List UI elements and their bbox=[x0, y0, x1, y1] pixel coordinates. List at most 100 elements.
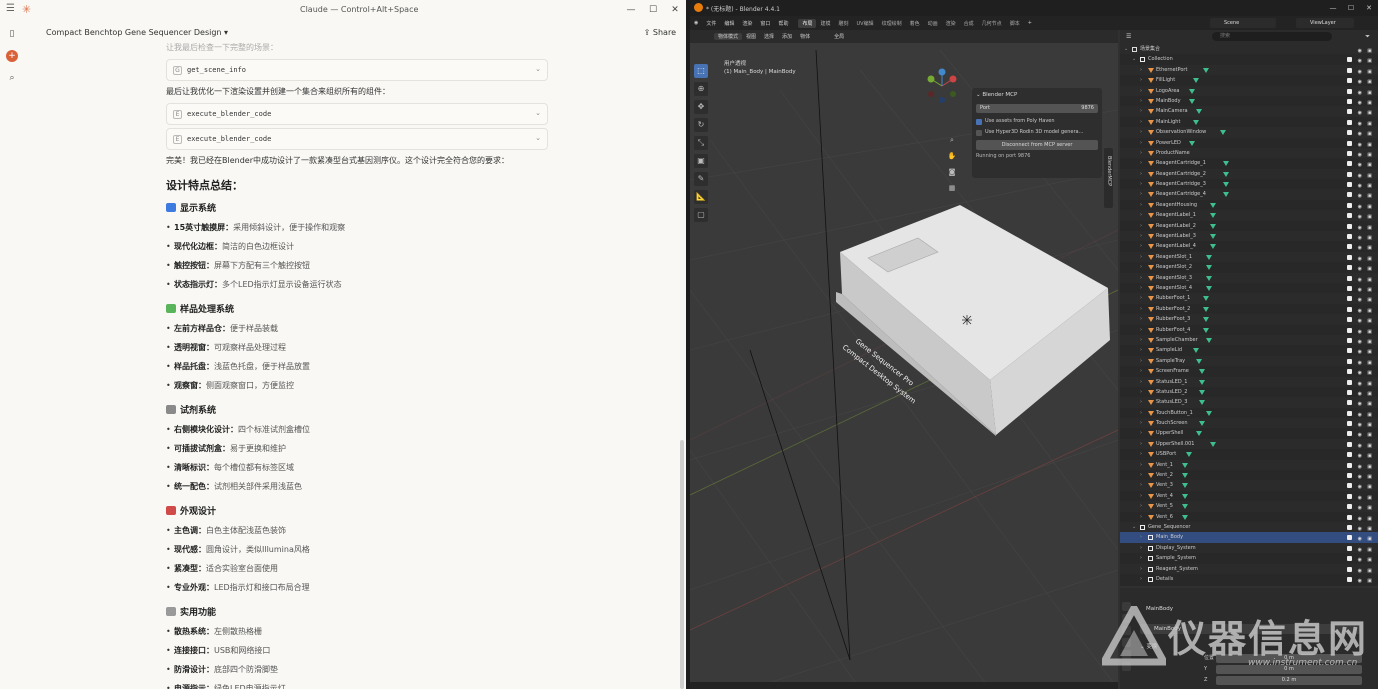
include-checkbox[interactable] bbox=[1347, 358, 1352, 364]
expand-arrow-icon[interactable]: › bbox=[1140, 158, 1142, 168]
expand-arrow-icon[interactable]: › bbox=[1140, 65, 1142, 75]
outliner-row[interactable]: › ReagentCartridge_3 ◉ ▣ bbox=[1120, 179, 1378, 189]
add-workspace-icon[interactable]: + bbox=[1024, 20, 1036, 26]
include-checkbox[interactable] bbox=[1347, 441, 1352, 447]
close-button[interactable]: ✕ bbox=[664, 0, 686, 20]
include-checkbox[interactable] bbox=[1347, 462, 1352, 468]
chevron-down-icon[interactable]: ⌄ bbox=[535, 65, 541, 73]
expand-arrow-icon[interactable]: › bbox=[1140, 241, 1142, 251]
expand-arrow-icon[interactable]: › bbox=[1140, 314, 1142, 324]
outliner-row[interactable]: › ReagentLabel_3 ◉ ▣ bbox=[1120, 231, 1378, 242]
include-checkbox[interactable] bbox=[1347, 78, 1352, 84]
outliner-row[interactable]: ⌄ Collection ◉ ▣ bbox=[1120, 54, 1378, 64]
share-button[interactable]: ⇪ Share bbox=[644, 28, 676, 37]
tool-call-execute-blender-code[interactable]: E execute_blender_code ⌄ bbox=[166, 128, 548, 150]
include-checkbox[interactable] bbox=[1347, 306, 1352, 312]
outliner-row[interactable]: › ScreenFrame ◉ ▣ bbox=[1120, 366, 1378, 376]
include-checkbox[interactable] bbox=[1347, 514, 1352, 520]
outliner-row[interactable]: › SampleLid ◉ ▣ bbox=[1120, 345, 1378, 355]
include-checkbox[interactable] bbox=[1347, 556, 1352, 562]
include-checkbox[interactable] bbox=[1347, 140, 1352, 146]
include-checkbox[interactable] bbox=[1347, 337, 1352, 343]
view-layer-selector[interactable]: ViewLayer bbox=[1296, 18, 1354, 28]
expand-arrow-icon[interactable]: › bbox=[1140, 169, 1142, 179]
include-checkbox[interactable] bbox=[1347, 234, 1352, 240]
include-checkbox[interactable] bbox=[1347, 452, 1352, 458]
port-field[interactable]: Port 9876 bbox=[976, 104, 1098, 113]
rotate-tool-icon[interactable]: ↻ bbox=[694, 118, 708, 132]
outliner-row[interactable]: › RubberFoot_4 ◉ ▣ bbox=[1120, 325, 1378, 335]
expand-arrow-icon[interactable]: ⌄ bbox=[1132, 522, 1136, 532]
outliner-row[interactable]: › Vent_4 ◉ ▣ bbox=[1120, 491, 1378, 501]
outliner-row[interactable]: › ReagentSlot_4 ◉ ▣ bbox=[1120, 283, 1378, 293]
outliner-row[interactable]: › StatusLED_2 ◉ ▣ bbox=[1120, 387, 1378, 397]
visibility-eye-icon[interactable]: ◉ bbox=[1358, 576, 1362, 586]
measure-tool-icon[interactable]: 📐 bbox=[694, 190, 708, 204]
include-checkbox[interactable] bbox=[1347, 119, 1352, 125]
expand-arrow-icon[interactable]: › bbox=[1140, 366, 1142, 376]
outliner-row[interactable]: › RubberFoot_2 ◉ ▣ bbox=[1120, 304, 1378, 314]
chats-icon[interactable]: ⌕ bbox=[6, 72, 18, 84]
outliner-row[interactable]: › SampleChamber ◉ ▣ bbox=[1120, 334, 1378, 346]
expand-arrow-icon[interactable]: ⌄ bbox=[1132, 54, 1136, 64]
include-checkbox[interactable] bbox=[1347, 244, 1352, 250]
outliner-row[interactable]: › ReagentSlot_1 ◉ ▣ bbox=[1120, 251, 1378, 263]
include-checkbox[interactable] bbox=[1347, 317, 1352, 323]
3d-viewport[interactable]: Gene Sequencer Pro Compact Desktop Syste… bbox=[690, 30, 1118, 689]
annotate-tool-icon[interactable]: ✎ bbox=[694, 172, 708, 186]
outliner-row[interactable]: › StatusLED_3 ◉ ▣ bbox=[1120, 397, 1378, 408]
include-checkbox[interactable] bbox=[1347, 483, 1352, 489]
expand-arrow-icon[interactable]: › bbox=[1140, 418, 1142, 428]
include-checkbox[interactable] bbox=[1347, 566, 1352, 572]
scale-tool-icon[interactable]: ⤡ bbox=[694, 136, 708, 150]
include-checkbox[interactable] bbox=[1347, 161, 1352, 167]
expand-arrow-icon[interactable]: › bbox=[1140, 512, 1142, 522]
expand-arrow-icon[interactable]: › bbox=[1140, 470, 1142, 480]
outliner-row[interactable]: › ReagentCartridge_2 ◉ ▣ bbox=[1120, 168, 1378, 180]
disconnect-mcp-button[interactable]: Disconnect from MCP server bbox=[976, 140, 1098, 150]
outliner-row[interactable]: › MainCamera ◉ ▣ bbox=[1120, 106, 1378, 117]
workspace-tab[interactable]: 纹理绘制 bbox=[878, 19, 906, 28]
outliner-row[interactable]: › PowerLED ◉ ▣ bbox=[1120, 138, 1378, 148]
include-checkbox[interactable] bbox=[1347, 192, 1352, 198]
outliner-row[interactable]: › Vent_3 ◉ ▣ bbox=[1120, 480, 1378, 491]
grid-view-icon[interactable]: ▦ bbox=[946, 182, 958, 194]
close-button[interactable]: ✕ bbox=[1360, 0, 1378, 16]
outliner-row[interactable]: › ObservationWindow ◉ ▣ bbox=[1120, 127, 1378, 138]
display-mode-icon[interactable]: ☰ bbox=[1126, 33, 1131, 40]
expand-arrow-icon[interactable]: › bbox=[1140, 325, 1142, 335]
cursor-tool-icon[interactable]: ⊕ bbox=[694, 82, 708, 96]
maximize-button[interactable]: ☐ bbox=[642, 0, 664, 20]
outliner-row[interactable]: › ReagentSlot_2 ◉ ▣ bbox=[1120, 262, 1378, 272]
expand-arrow-icon[interactable]: › bbox=[1140, 408, 1142, 418]
expand-arrow-icon[interactable]: › bbox=[1140, 356, 1142, 366]
expand-arrow-icon[interactable]: › bbox=[1140, 574, 1142, 584]
workspace-tab[interactable]: 着色 bbox=[906, 19, 924, 28]
outliner-row[interactable]: › ReagentCartridge_4 ◉ ▣ bbox=[1120, 189, 1378, 200]
include-checkbox[interactable] bbox=[1347, 57, 1352, 63]
include-checkbox[interactable] bbox=[1347, 182, 1352, 188]
expand-arrow-icon[interactable]: › bbox=[1140, 345, 1142, 355]
outliner-row[interactable]: › ReagentLabel_2 ◉ ▣ bbox=[1120, 221, 1378, 231]
outliner-row[interactable]: › Vent_2 ◉ ▣ bbox=[1120, 470, 1378, 480]
expand-arrow-icon[interactable]: › bbox=[1140, 200, 1142, 210]
expand-arrow-icon[interactable]: › bbox=[1140, 86, 1142, 96]
include-checkbox[interactable] bbox=[1347, 327, 1352, 333]
expand-arrow-icon[interactable]: › bbox=[1140, 304, 1142, 314]
hamburger-menu-icon[interactable]: ☰ bbox=[6, 3, 15, 14]
include-checkbox[interactable] bbox=[1347, 223, 1352, 229]
zoom-icon[interactable]: ⌕ bbox=[946, 134, 958, 146]
include-checkbox[interactable] bbox=[1347, 348, 1352, 354]
expand-arrow-icon[interactable]: › bbox=[1140, 75, 1142, 85]
outliner-row[interactable]: › EthernetPort ◉ ▣ bbox=[1120, 64, 1378, 76]
include-checkbox[interactable] bbox=[1347, 150, 1352, 156]
expand-arrow-icon[interactable]: › bbox=[1140, 397, 1142, 407]
outliner-row[interactable]: › MainBody ◉ ▣ bbox=[1120, 96, 1378, 106]
workspace-tab[interactable]: 几何节点 bbox=[978, 19, 1006, 28]
conversation-title[interactable]: Compact Benchtop Gene Sequencer Design ▾ bbox=[46, 28, 228, 37]
outliner-row[interactable]: › ReagentHousing ◉ ▣ bbox=[1120, 200, 1378, 210]
expand-arrow-icon[interactable]: › bbox=[1140, 480, 1142, 490]
expand-arrow-icon[interactable]: › bbox=[1140, 273, 1142, 283]
expand-arrow-icon[interactable]: › bbox=[1140, 532, 1142, 542]
outliner-row[interactable]: › Vent_1 ◉ ▣ bbox=[1120, 459, 1378, 471]
